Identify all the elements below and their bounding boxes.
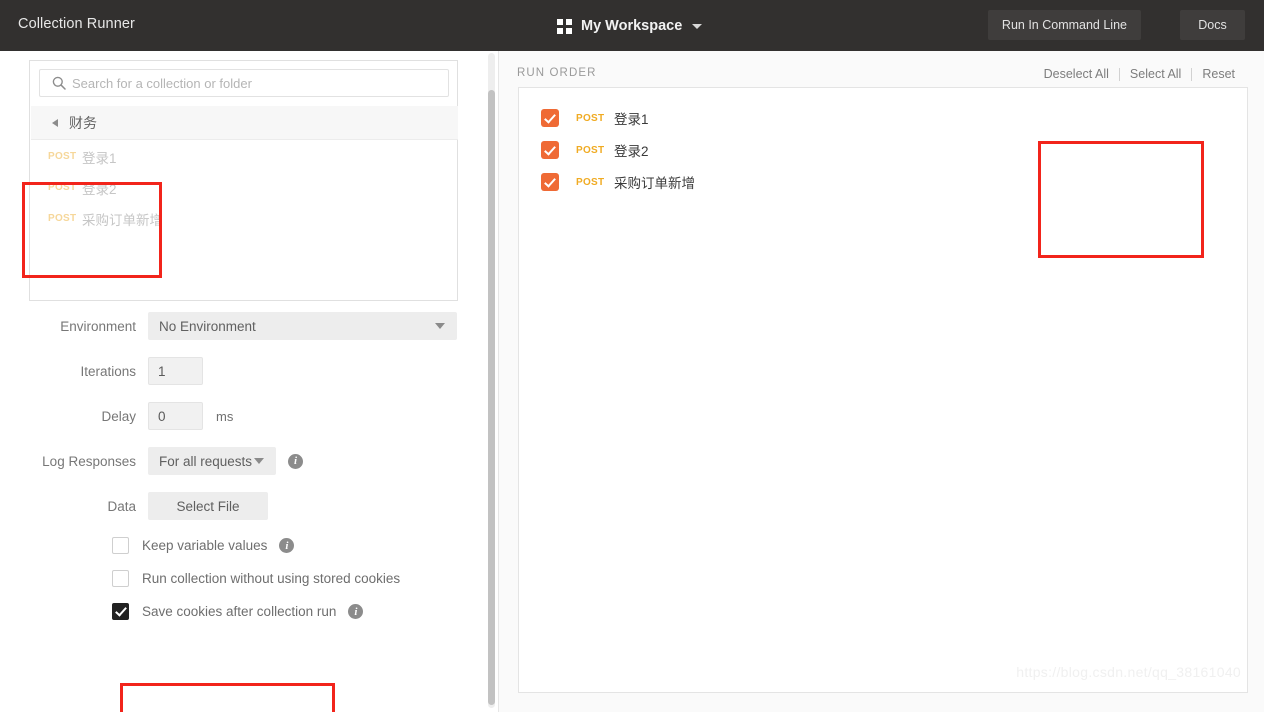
folder-name: 财务 — [69, 114, 97, 131]
request-name: 采购订单新增 — [614, 176, 695, 191]
keep-variable-values-row[interactable]: Keep variable values i — [112, 537, 295, 554]
right-pane: RUN ORDER Deselect All Select All Reset … — [498, 51, 1264, 712]
iterations-input[interactable] — [148, 357, 203, 385]
chevron-left-icon — [52, 118, 58, 127]
run-without-cookies-row[interactable]: Run collection without using stored cook… — [112, 570, 400, 587]
reset-link[interactable]: Reset — [1192, 67, 1245, 81]
run-order-panel: POST 登录1 POST 登录2 POST 采购订单新增 https://bl… — [518, 87, 1248, 693]
info-icon[interactable]: i — [279, 538, 295, 553]
keep-variable-values-checkbox[interactable] — [112, 537, 129, 554]
request-name: 登录2 — [614, 144, 649, 159]
request-name: 登录1 — [82, 150, 117, 166]
search-input[interactable] — [70, 75, 448, 91]
run-without-cookies-checkbox[interactable] — [112, 570, 129, 587]
log-responses-value: For all requests — [159, 453, 253, 469]
request-name: 采购订单新增 — [82, 212, 163, 228]
run-order-heading: RUN ORDER — [517, 67, 597, 79]
delay-input[interactable] — [148, 402, 203, 430]
collection-selector-card: 财务 POST 登录1 POST 登录2 POST 采购订单新增 — [29, 60, 458, 301]
request-method: POST — [576, 144, 605, 156]
run-in-command-line-button[interactable]: Run In Command Line — [987, 10, 1141, 40]
delay-label: Delay — [101, 408, 136, 424]
run-order-checkbox[interactable] — [541, 109, 559, 127]
save-cookies-row[interactable]: Save cookies after collection run i — [112, 603, 364, 620]
keep-variable-values-label: Keep variable values — [142, 538, 268, 553]
request-method: POST — [48, 213, 77, 224]
save-cookies-label: Save cookies after collection run — [142, 604, 337, 619]
list-item[interactable]: POST 登录1 — [31, 141, 458, 172]
info-icon[interactable]: i — [288, 453, 303, 469]
collection-request-list: POST 登录1 POST 登录2 POST 采购订单新增 — [31, 141, 458, 234]
workspace-label: My Workspace — [581, 18, 683, 34]
deselect-all-link[interactable]: Deselect All — [1034, 67, 1119, 81]
run-order-checkbox[interactable] — [541, 173, 559, 191]
chevron-down-icon — [435, 323, 445, 329]
scrollbar-thumb[interactable] — [488, 90, 495, 705]
run-order-checkbox[interactable] — [541, 141, 559, 159]
data-label: Data — [107, 498, 136, 514]
delay-row: Delay ms — [0, 402, 233, 430]
left-pane-scrollbar[interactable] — [486, 51, 498, 712]
info-icon[interactable]: i — [348, 604, 364, 619]
iterations-row: Iterations — [0, 357, 203, 385]
environment-row: Environment No Environment — [0, 312, 457, 340]
run-order-list: POST 登录1 POST 登录2 POST 采购订单新增 — [541, 102, 695, 198]
data-row: Data Select File — [0, 492, 268, 520]
list-item[interactable]: POST 登录2 — [31, 172, 458, 203]
environment-value: No Environment — [159, 318, 256, 334]
run-order-item[interactable]: POST 登录2 — [541, 134, 695, 166]
search-box[interactable] — [39, 69, 449, 97]
request-name: 登录1 — [614, 112, 649, 127]
environment-label: Environment — [60, 318, 136, 334]
left-pane: 财务 POST 登录1 POST 登录2 POST 采购订单新增 Environ… — [0, 51, 490, 712]
workspace-selector[interactable]: My Workspace — [557, 12, 703, 40]
chevron-down-icon — [692, 23, 703, 29]
save-cookies-checkbox[interactable] — [112, 603, 129, 620]
select-all-link[interactable]: Select All — [1120, 67, 1191, 81]
log-responses-select[interactable]: For all requests — [148, 447, 276, 475]
grid-icon — [557, 18, 572, 34]
delay-unit-label: ms — [216, 408, 234, 424]
request-method: POST — [48, 182, 77, 193]
top-bar: Collection Runner My Workspace Run In Co… — [0, 0, 1264, 51]
iterations-label: Iterations — [80, 363, 136, 379]
run-order-item[interactable]: POST 登录1 — [541, 102, 695, 134]
log-responses-label: Log Responses — [42, 453, 136, 469]
chevron-down-icon — [254, 458, 264, 464]
request-method: POST — [576, 112, 605, 124]
request-name: 登录2 — [82, 181, 117, 197]
run-collection-button[interactable]: Run ncc test — [129, 692, 325, 712]
run-order-item[interactable]: POST 采购订单新增 — [541, 166, 695, 198]
environment-select[interactable]: No Environment — [148, 312, 457, 340]
request-method: POST — [48, 151, 77, 162]
page-title: Collection Runner — [18, 16, 135, 32]
run-order-actions: Deselect All Select All Reset — [1034, 67, 1245, 81]
watermark: https://blog.csdn.net/qq_38161040 — [1016, 664, 1241, 680]
folder-row-caiwu[interactable]: 财务 — [31, 106, 458, 140]
run-without-cookies-label: Run collection without using stored cook… — [142, 571, 401, 586]
select-file-button[interactable]: Select File — [148, 492, 268, 520]
request-method: POST — [576, 176, 605, 188]
list-item[interactable]: POST 采购订单新增 — [31, 203, 458, 234]
docs-button[interactable]: Docs — [1180, 10, 1245, 40]
log-responses-row: Log Responses For all requests i — [0, 447, 303, 475]
search-icon — [48, 76, 70, 90]
